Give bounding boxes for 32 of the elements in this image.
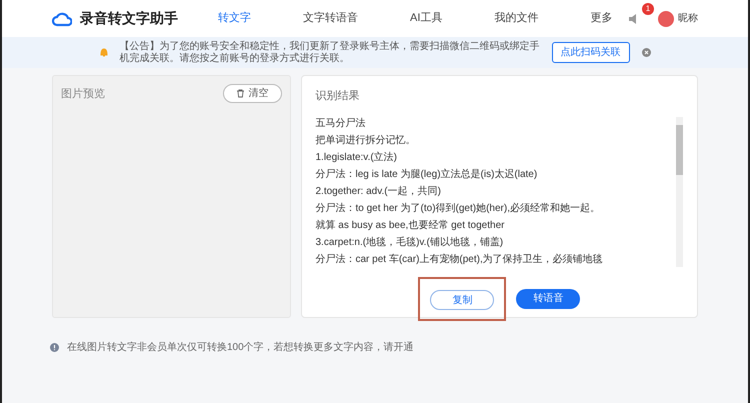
clear-button[interactable]: 清空 bbox=[222, 84, 282, 103]
result-line: 把单词进行拆分记忆。 bbox=[316, 134, 416, 148]
link-account-button[interactable]: 点此扫码关联 bbox=[552, 42, 630, 63]
scrollbar[interactable] bbox=[676, 116, 683, 266]
trash-icon bbox=[236, 89, 244, 98]
copy-button[interactable]: 复制 bbox=[430, 290, 494, 310]
app-title: 录音转文字助手 bbox=[80, 9, 178, 28]
avatar[interactable] bbox=[658, 10, 674, 26]
panel-title: 识别结果 bbox=[316, 89, 360, 104]
nav-tab[interactable]: AI工具 bbox=[410, 10, 442, 27]
footer-note: 在线图片转文字非会员单次仅可转换100个字，若想转换更多文字内容，请开通 bbox=[67, 340, 414, 355]
notification-badge: 1 bbox=[642, 2, 654, 14]
nav-tab[interactable]: 更多 bbox=[590, 10, 612, 27]
bell-icon bbox=[100, 48, 108, 57]
nav-tab[interactable]: 文字转语音 bbox=[303, 10, 358, 27]
result-line: 分尸法：to get her 为了(to)得到(get)她(her),必须经常和她一起。 bbox=[316, 202, 601, 216]
cloud-logo-icon bbox=[52, 10, 72, 26]
result-line: 3.carpet:n.(地毯，毛毯)v.(铺以地毯，铺盖) bbox=[316, 236, 504, 250]
nav-tab[interactable]: 转文字 bbox=[218, 10, 251, 27]
result-line: 五马分尸法 bbox=[316, 116, 366, 130]
close-icon[interactable] bbox=[642, 48, 650, 57]
result-line: 就算 as busy as bee,也要经常 get together bbox=[316, 218, 506, 232]
nav-tab[interactable]: 我的文件 bbox=[494, 10, 538, 27]
panel-title: 图片预览 bbox=[61, 87, 105, 102]
speech-button[interactable]: 转语音 bbox=[516, 288, 580, 308]
result-line: 分尸法：car pet 车(car)上有宠物(pet),为了保持卫生，必须铺地毯 bbox=[316, 252, 604, 266]
result-line: 2.together: adv.(一起，共同) bbox=[316, 184, 442, 198]
notice-text: 【公告】为了您的账号安全和稳定性，我们更新了登录账号主体，需要扫描微信二维码或绑定手机完成关联。请您按之前账号的登录方式进行关联。 bbox=[120, 40, 540, 64]
user-name[interactable]: 昵称 bbox=[678, 11, 698, 26]
info-icon bbox=[50, 343, 59, 352]
result-line: 1.legislate:v.(立法) bbox=[316, 150, 398, 164]
result-line: 分尸法：leg is late 为腿(leg)立法总是(is)太迟(late) bbox=[316, 168, 538, 182]
